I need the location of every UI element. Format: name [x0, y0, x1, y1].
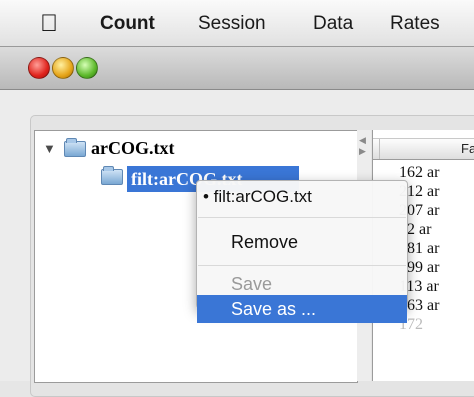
- window-title-bar[interactable]: [0, 47, 474, 90]
- folder-icon: [64, 138, 86, 157]
- menu-count[interactable]: Count: [100, 13, 155, 35]
- table-header[interactable]: Fa: [373, 138, 474, 160]
- column-header-family[interactable]: Fa: [461, 141, 474, 156]
- context-menu-header: • filt:arCOG.txt: [203, 187, 312, 206]
- menu-separator: [198, 265, 406, 266]
- close-window-button[interactable]: [28, 57, 50, 79]
- menu-bar:  Count Session Data Rates: [0, 0, 474, 47]
- folder-icon: [101, 166, 123, 185]
- save-as-menu-item[interactable]: Save as ...: [197, 295, 407, 323]
- menu-separator: [198, 217, 406, 218]
- zoom-window-button[interactable]: [76, 57, 98, 79]
- menu-rates[interactable]: Rates: [390, 13, 440, 35]
- context-menu: • filt:arCOG.txt Remove Save Save as ...: [196, 180, 408, 323]
- apple-logo-icon[interactable]: : [40, 10, 58, 38]
- menu-session[interactable]: Session: [198, 13, 266, 35]
- column-divider: [379, 139, 380, 159]
- remove-menu-item[interactable]: Remove: [197, 229, 407, 255]
- disclosure-triangle-icon[interactable]: ▼: [43, 141, 56, 156]
- save-menu-item[interactable]: Save: [197, 271, 407, 297]
- tree-item-root[interactable]: arCOG.txt: [91, 138, 174, 159]
- minimize-window-button[interactable]: [52, 57, 74, 79]
- expand-right-arrow-icon[interactable]: ▶: [359, 146, 366, 157]
- menu-data[interactable]: Data: [313, 13, 353, 35]
- collapse-left-arrow-icon[interactable]: ◀: [359, 135, 366, 146]
